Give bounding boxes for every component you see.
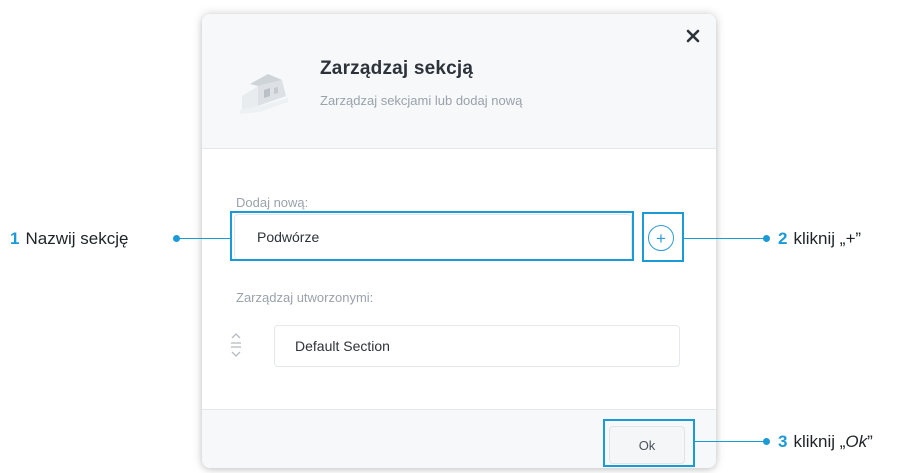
dialog-subtitle: Zarządzaj sekcjami lub dodaj nową bbox=[320, 93, 523, 108]
callout-1: 1 Nazwij sekcję bbox=[10, 229, 128, 249]
callout-line-3 bbox=[695, 441, 766, 442]
highlight-section-input bbox=[230, 211, 634, 261]
manage-created-label: Zarządzaj utworzonymi: bbox=[236, 290, 374, 305]
callout-dot-3 bbox=[763, 438, 770, 445]
callout-3-suffix: ” bbox=[867, 432, 873, 451]
callout-2-text: kliknij „ bbox=[793, 229, 846, 248]
callout-dot-1 bbox=[173, 235, 180, 242]
callout-line-2 bbox=[684, 238, 766, 239]
highlight-add-button bbox=[642, 212, 684, 262]
close-icon bbox=[686, 29, 700, 43]
highlight-ok-button bbox=[603, 419, 695, 467]
callout-line-1 bbox=[179, 238, 230, 239]
section-item-name: Default Section bbox=[295, 338, 390, 354]
callout-2-emphasis: + bbox=[845, 229, 856, 248]
callout-2-number: 2 bbox=[778, 229, 788, 248]
callout-1-number: 1 bbox=[10, 229, 20, 248]
callout-2-suffix: ” bbox=[855, 229, 862, 248]
callout-1-text: Nazwij sekcję bbox=[25, 229, 129, 248]
callout-3-emphasis: Ok bbox=[845, 432, 868, 451]
close-button[interactable] bbox=[680, 23, 706, 49]
add-new-label: Dodaj nową: bbox=[236, 195, 309, 210]
section-item-default[interactable]: Default Section bbox=[274, 325, 680, 367]
callout-3-number: 3 bbox=[778, 432, 788, 451]
callout-3: 3 kliknij „Ok” bbox=[778, 432, 873, 452]
dialog-header: Zarządzaj sekcją Zarządzaj sekcjami lub … bbox=[202, 14, 716, 149]
drag-handle-icon[interactable] bbox=[229, 332, 243, 358]
dialog-title: Zarządzaj sekcją bbox=[320, 58, 474, 79]
callout-3-text: kliknij „ bbox=[793, 432, 846, 451]
callout-2: 2 kliknij „+” bbox=[778, 229, 861, 249]
house-illustration-icon bbox=[240, 74, 288, 114]
callout-dot-2 bbox=[763, 235, 770, 242]
